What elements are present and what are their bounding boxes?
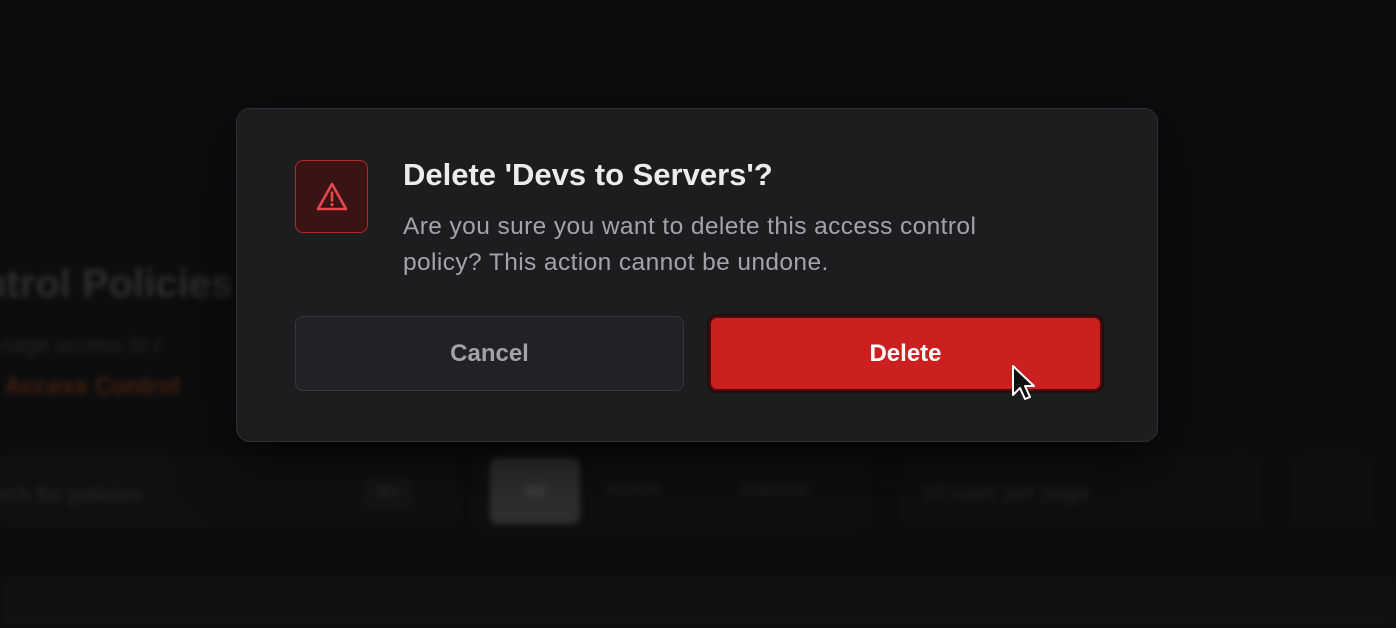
- delete-button[interactable]: Delete: [709, 316, 1102, 391]
- cancel-button[interactable]: Cancel: [295, 316, 684, 391]
- warning-icon-container: [295, 160, 368, 233]
- mouse-cursor-icon: [1012, 365, 1035, 400]
- dialog-title: Delete 'Devs to Servers'?: [403, 157, 773, 192]
- warning-triangle-icon: [316, 182, 347, 210]
- dialog-message: Are you sure you want to delete this acc…: [403, 213, 977, 276]
